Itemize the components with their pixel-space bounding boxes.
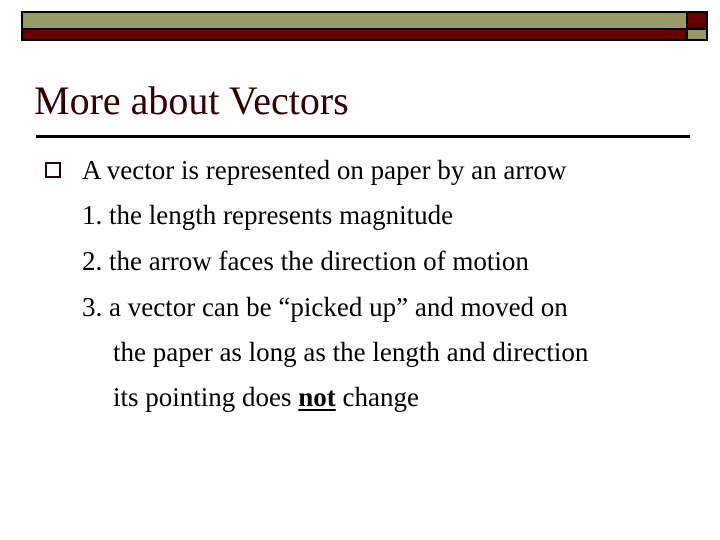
title-underline-rule <box>36 135 690 138</box>
slide-title: More about Vectors <box>34 78 349 123</box>
header-red-band <box>23 30 686 39</box>
list-item-3-line-3: its pointing does not change <box>113 381 419 413</box>
list-item-3-line-2: the paper as long as the length and dire… <box>113 337 589 367</box>
list-item-3-text-before: its pointing does <box>113 382 299 412</box>
header-olive-band <box>23 13 686 28</box>
header-olive-square <box>688 30 706 39</box>
bullet-text-intro: A vector is represented on paper by an a… <box>82 155 567 185</box>
header-red-square <box>688 13 706 28</box>
list-item-3-line-1: 3. a vector can be “picked up” and moved… <box>82 292 568 322</box>
list-item-2: 2. the arrow faces the direction of moti… <box>82 246 529 276</box>
list-item-1: 1. the length represents magnitude <box>82 200 454 230</box>
list-item-3-text-after: change <box>335 382 419 412</box>
hollow-square-bullet-icon <box>45 162 61 178</box>
emphasized-word: not <box>298 382 336 412</box>
header-decoration-bar <box>21 11 708 41</box>
